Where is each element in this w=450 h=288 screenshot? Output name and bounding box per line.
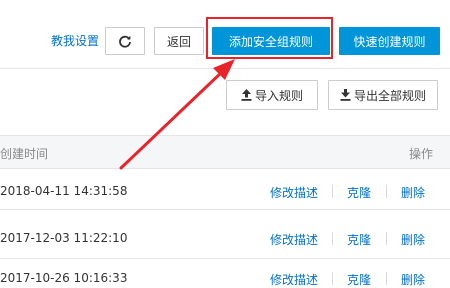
clone-link[interactable]: 克隆 (347, 231, 371, 248)
back-button[interactable]: 返回 (154, 27, 204, 55)
refresh-button[interactable] (105, 27, 145, 55)
refresh-icon (118, 34, 132, 48)
export-all-rules-label: 导出全部规则 (353, 88, 426, 103)
delete-link[interactable]: 删除 (401, 231, 425, 248)
row-divider (0, 258, 450, 259)
row-divider (0, 209, 450, 210)
quick-create-rule-button[interactable]: 快速创建规则 (339, 27, 440, 55)
created-time-cell: 2018-04-11 14:31:58 (0, 184, 128, 198)
clone-link[interactable]: 克隆 (347, 271, 371, 288)
clone-link[interactable]: 克隆 (347, 184, 371, 201)
table-header-border (0, 168, 450, 169)
delete-link[interactable]: 删除 (401, 184, 425, 201)
divider (0, 68, 450, 69)
edit-description-link[interactable]: 修改描述 (270, 271, 318, 288)
import-rules-button[interactable]: 导入规则 (226, 80, 318, 110)
action-separator (386, 232, 387, 245)
column-header-created-time: 创建时间 (0, 147, 49, 161)
action-separator (332, 185, 333, 198)
created-time-cell: 2017-12-03 11:22:10 (0, 231, 128, 245)
teach-me-link[interactable]: 教我设置 (51, 32, 99, 49)
export-all-rules-button[interactable]: 导出全部规则 (328, 80, 438, 110)
edit-description-link[interactable]: 修改描述 (270, 184, 318, 201)
download-icon (340, 89, 351, 101)
edit-description-link[interactable]: 修改描述 (270, 231, 318, 248)
upload-icon (241, 89, 252, 101)
import-rules-label: 导入规则 (254, 88, 303, 103)
action-separator (386, 185, 387, 198)
table-header (0, 136, 450, 168)
delete-link[interactable]: 删除 (401, 271, 425, 288)
action-separator (332, 232, 333, 245)
created-time-cell: 2017-10-26 10:16:33 (0, 271, 128, 285)
highlight-box (206, 17, 333, 59)
column-header-actions: 操作 (409, 147, 434, 161)
